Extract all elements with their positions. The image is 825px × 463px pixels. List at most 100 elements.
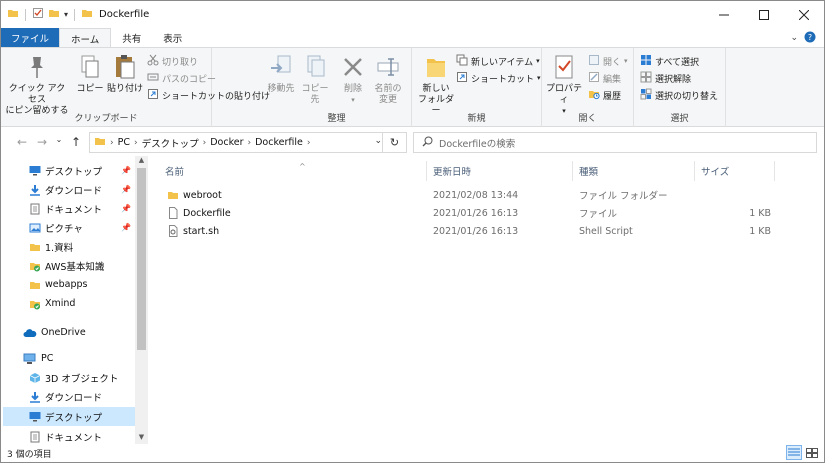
nav-buttons: ← → ⌄ ↑ — [13, 135, 85, 149]
close-button[interactable] — [784, 1, 824, 28]
select-all-button[interactable]: すべて選択 — [640, 53, 699, 69]
up-arrow-icon[interactable]: ↑ — [67, 135, 85, 149]
breadcrumb-pc[interactable]: PC — [118, 137, 130, 148]
nav-item-pc[interactable]: PC — [3, 349, 135, 368]
nav-item-pictures[interactable]: ピクチャ 📌 — [3, 218, 135, 237]
chevron-down-icon: ▾ — [536, 57, 540, 65]
search-placeholder: Dockerfileの検索 — [439, 138, 516, 150]
nav-item-documents-pc[interactable]: ドキュメント — [3, 427, 135, 444]
copy-to-button[interactable]: コピー先 — [298, 52, 332, 106]
large-icons-view-icon[interactable] — [804, 445, 820, 460]
maximize-button[interactable] — [744, 1, 784, 28]
document-icon — [29, 431, 41, 443]
nav-item-xmind[interactable]: Xmind — [3, 294, 135, 313]
column-header-size[interactable]: サイズ — [695, 161, 775, 181]
nav-item-downloads[interactable]: ダウンロード 📌 — [3, 180, 135, 199]
folder-sync-icon — [29, 298, 41, 310]
breadcrumb-separator-icon[interactable]: › — [203, 138, 207, 148]
onedrive-icon — [23, 328, 37, 338]
pin-icon[interactable]: 📌 — [121, 166, 131, 175]
breadcrumb-separator-icon[interactable]: › — [134, 138, 138, 148]
ribbon-tabs: ファイル ホーム 共有 表示 ⌄ ? — [1, 28, 824, 48]
delete-button[interactable]: 削除 ▾ — [338, 52, 368, 106]
invert-selection-button[interactable]: 選択の切り替え — [640, 87, 718, 103]
refresh-icon[interactable]: ↻ — [382, 133, 406, 152]
paste-shortcut-button[interactable]: ショートカットの貼り付け — [147, 87, 270, 103]
chevron-down-icon[interactable]: ⌄ — [790, 33, 798, 43]
column-header-type[interactable]: 種類 — [573, 161, 695, 181]
table-row[interactable]: webroot 2021/02/08 13:44 ファイル フォルダー — [161, 186, 783, 204]
breadcrumb-separator-icon[interactable]: › — [247, 138, 251, 148]
details-view-icon[interactable] — [786, 445, 802, 460]
select-none-icon — [640, 71, 652, 86]
select-group-label: 選択 — [670, 114, 689, 124]
chevron-down-icon[interactable]: ▾ — [64, 10, 68, 19]
column-header-date[interactable]: 更新日時 — [427, 161, 573, 181]
tab-view[interactable]: 表示 — [152, 28, 193, 48]
breadcrumb-desktop[interactable]: デスクトップ — [142, 136, 199, 150]
breadcrumb-separator-icon[interactable]: › — [307, 138, 311, 148]
nav-item-3d-objects[interactable]: 3D オブジェクト — [3, 368, 135, 387]
edit-button[interactable]: 編集 — [588, 70, 621, 86]
chevron-down-icon[interactable]: ⌄ — [374, 136, 382, 146]
file-date: 2021/01/26 16:13 — [433, 207, 519, 219]
shortcut-button[interactable]: ショートカット ▾ — [456, 70, 541, 86]
nav-item-desktop[interactable]: デスクトップ 📌 — [3, 161, 135, 180]
open-button[interactable]: 開く ▾ — [588, 53, 628, 69]
new-item-button[interactable]: 新しいアイテム ▾ — [456, 53, 540, 69]
new-folder-button[interactable]: 新しい フォルダー — [416, 52, 456, 117]
tab-file[interactable]: ファイル — [1, 28, 60, 48]
copy-button[interactable]: コピー — [75, 52, 105, 95]
select-all-icon — [640, 54, 652, 69]
address-bar[interactable]: › PC › デスクトップ › Docker › Dockerfile › ⌄ … — [89, 132, 407, 153]
move-to-button[interactable]: 移動先 — [264, 52, 298, 95]
pin-icon[interactable]: 📌 — [121, 204, 131, 213]
nav-scrollbar[interactable]: ▲ ▼ — [135, 156, 148, 444]
tab-share[interactable]: 共有 — [111, 28, 152, 48]
recent-locations-chevron-icon[interactable]: ⌄ — [53, 135, 65, 149]
folder-icon — [167, 186, 179, 204]
pin-icon — [26, 52, 48, 82]
scrollbar-thumb[interactable] — [137, 168, 146, 350]
nav-item-documents[interactable]: ドキュメント 📌 — [3, 199, 135, 218]
table-row[interactable]: start.sh 2021/01/26 16:13 Shell Script 1… — [161, 222, 783, 240]
new-group: 新しい フォルダー 新しいアイテム ▾ ショートカット ▾ 新規 — [412, 48, 542, 127]
nav-item-shiryo[interactable]: 1.資料 — [3, 237, 135, 256]
back-arrow-icon[interactable]: ← — [13, 135, 31, 149]
nav-item-onedrive[interactable]: OneDrive — [3, 323, 135, 342]
history-button[interactable]: 履歴 — [588, 87, 621, 103]
rename-button[interactable]: 名前の 変更 — [370, 52, 406, 106]
minimize-button[interactable] — [704, 1, 744, 28]
new-folder-icon[interactable] — [48, 7, 60, 22]
new-item-icon — [456, 54, 468, 69]
tab-home[interactable]: ホーム — [59, 28, 112, 48]
forward-arrow-icon[interactable]: → — [33, 135, 51, 149]
help-icon[interactable]: ? — [804, 31, 816, 46]
quick-access-toolbar: ▾ — [1, 7, 93, 22]
clipboard-group-label: クリップボード — [74, 114, 138, 124]
nav-item-webapps[interactable]: webapps — [3, 275, 135, 294]
status-bar: 3 個の項目 — [1, 444, 824, 462]
properties-check-icon[interactable] — [32, 7, 44, 22]
breadcrumb-docker[interactable]: Docker — [210, 137, 243, 148]
column-header-name[interactable]: 名前 ^ — [159, 161, 427, 181]
select-none-button[interactable]: 選択解除 — [640, 70, 691, 86]
copy-path-button[interactable]: パスのコピー — [147, 70, 216, 86]
table-row[interactable]: Dockerfile 2021/01/26 16:13 ファイル 1 KB — [161, 204, 783, 222]
item-count: 3 個の項目 — [7, 449, 52, 460]
scroll-up-icon[interactable]: ▲ — [135, 156, 148, 167]
nav-item-downloads-pc[interactable]: ダウンロード — [3, 387, 135, 406]
pin-icon[interactable]: 📌 — [121, 223, 131, 232]
nav-item-desktop-pc[interactable]: デスクトップ — [3, 407, 135, 426]
pin-quick-access-button[interactable]: クイック アクセス にピン留めする — [5, 52, 69, 117]
search-input[interactable]: Dockerfileの検索 — [413, 132, 817, 153]
file-list: 名前 ^ 更新日時 種類 サイズ webroot 2021/02/08 13:4… — [151, 156, 823, 444]
nav-item-aws[interactable]: AWS基本知識 — [3, 256, 135, 275]
paste-button[interactable]: 貼り付け — [107, 52, 143, 95]
properties-button[interactable]: プロパティ ▾ — [544, 52, 584, 117]
cut-button[interactable]: 切り取り — [147, 53, 198, 69]
scroll-down-icon[interactable]: ▼ — [135, 433, 148, 444]
breadcrumb-dockerfile[interactable]: Dockerfile — [255, 137, 303, 148]
pin-icon[interactable]: 📌 — [121, 185, 131, 194]
new-folder-icon — [424, 52, 448, 82]
